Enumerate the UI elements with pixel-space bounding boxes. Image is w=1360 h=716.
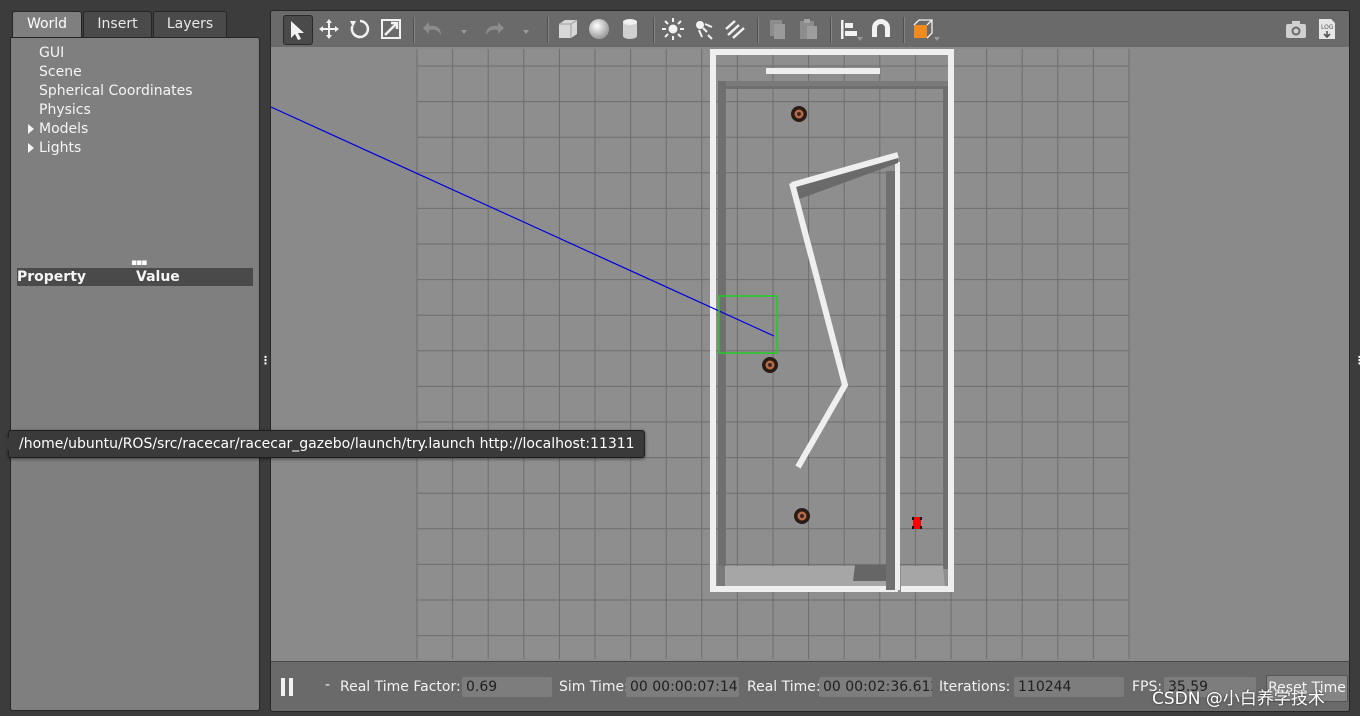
box-shape-button[interactable] [554,15,582,43]
undo-history-arrow-icon[interactable] [461,30,467,34]
log-icon-label: LOG [1321,24,1334,31]
tab-insert[interactable]: Insert [83,11,152,37]
cylinder-shape-button[interactable] [616,15,644,43]
scale-mode-button[interactable] [377,15,405,43]
paste-icon [800,19,817,39]
snap-button[interactable] [867,15,895,43]
toolbar-separator [830,17,832,43]
sim-time-label: Sim Time: [559,679,629,695]
copy-button[interactable] [763,15,791,43]
splitter-grip-icon[interactable]: ▪▪▪ [131,258,147,268]
expand-arrow-icon[interactable] [28,124,34,134]
tree-item-spherical-coordinates[interactable]: Spherical Coordinates [39,83,193,99]
box-icon [559,19,578,38]
racecar-model[interactable] [912,517,922,529]
construction-cone-model[interactable] [794,508,810,524]
tree-item-scene[interactable]: Scene [39,64,82,80]
undo-icon [423,22,441,35]
align-dropdown-arrow-icon[interactable] [857,37,863,41]
toolbar-separator [757,17,759,43]
select-mode-button[interactable] [283,15,313,45]
property-column-header: Property [17,269,87,285]
pause-icon [289,678,293,696]
move-arrows-icon [319,19,339,39]
tooltip: /home/ubuntu/ROS/src/racecar/racecar_gaz… [2,430,645,458]
directional-light-icon [725,20,745,39]
left-panel: World Insert Layers GUI Scene Spherical … [0,0,271,716]
sim-time-value: 00 00:00:07:14.810 [626,677,739,697]
view-angle-button[interactable] [909,15,937,43]
value-column-header: Value [136,269,180,285]
tree-item-models[interactable]: Models [39,121,88,137]
magnet-icon [872,19,890,37]
real-time-label: Real Time: [747,679,821,695]
log-record-icon: LOG [1319,19,1335,39]
redo-history-arrow-icon[interactable] [523,30,529,34]
pause-button[interactable] [281,678,297,696]
view-angle-cube-icon [913,19,933,39]
real-time-value: 00 00:02:36.612 [819,677,932,697]
screenshot-button[interactable] [1282,15,1310,43]
sphere-icon [589,19,609,39]
directional-light-button[interactable] [721,15,749,43]
cursor-arrow-icon [291,21,304,40]
undo-button[interactable] [419,15,447,43]
view-angle-dropdown-arrow-icon[interactable] [934,37,940,41]
watermark: CSDN @小白养学技术 [1152,689,1325,709]
sphere-shape-button[interactable] [585,15,613,43]
spot-light-button[interactable] [690,15,718,43]
logging-button[interactable]: LOG [1313,15,1341,43]
scale-icon [381,19,401,39]
step-button[interactable]: - [325,677,330,693]
translate-mode-button[interactable] [315,15,343,43]
redo-button[interactable] [480,15,508,43]
paste-button[interactable] [794,15,822,43]
cylinder-icon [623,19,637,39]
toolbar-separator [547,17,549,43]
tab-world[interactable]: World [12,11,82,38]
rotate-mode-button[interactable] [346,15,374,43]
construction-cone-model[interactable] [791,106,807,122]
tab-layers[interactable]: Layers [153,11,227,37]
copy-icon [770,20,785,39]
scene-render[interactable] [271,47,1349,661]
toolbar-separator [903,17,905,43]
toolbar: LOG [270,10,1350,48]
pause-icon [281,678,285,696]
tree-item-gui[interactable]: GUI [39,45,64,61]
toolbar-separator [413,17,415,43]
point-light-button[interactable] [659,15,687,43]
construction-cone-model[interactable] [762,357,778,373]
right-panel-resize-handle[interactable]: ⋮ [1354,354,1360,367]
tree-item-physics[interactable]: Physics [39,102,91,118]
real-time-factor-label: Real Time Factor: [340,679,461,695]
rotate-icon [350,19,370,39]
iterations-value: 110244 [1014,677,1124,697]
camera-icon [1286,21,1306,38]
real-time-factor-value: 0.69 [462,677,552,697]
scene-viewport[interactable] [270,47,1350,661]
tree-item-lights[interactable]: Lights [39,140,81,156]
property-table-header: Property Value [17,268,253,286]
world-panel: GUI Scene Spherical Coordinates Physics … [10,37,260,711]
expand-arrow-icon[interactable] [28,143,34,153]
redo-icon [486,22,504,35]
point-light-icon [662,18,684,40]
iterations-label: Iterations: [939,679,1011,695]
spot-light-icon [696,21,713,40]
toolbar-separator [653,17,655,43]
